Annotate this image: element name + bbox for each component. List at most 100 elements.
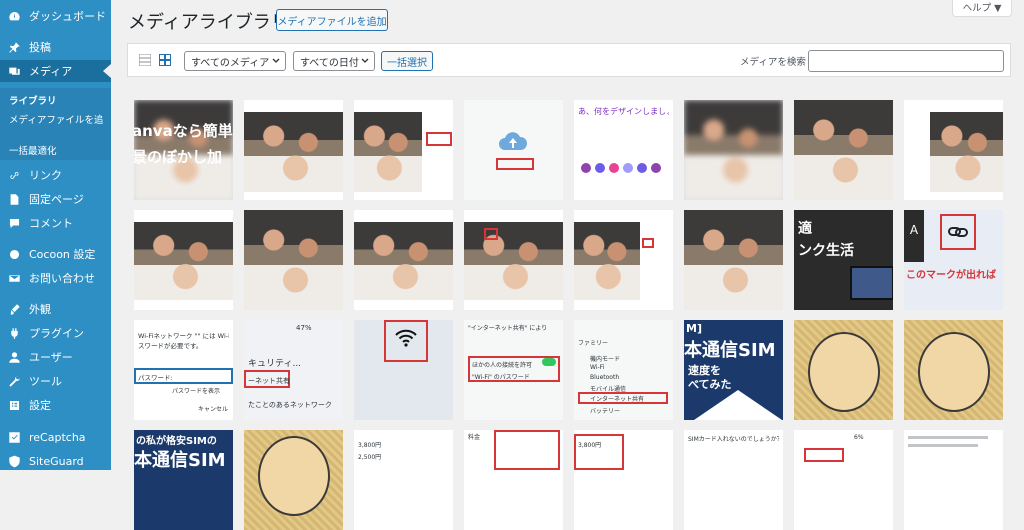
thumb-text: ファミリー xyxy=(578,340,609,347)
thumb-text: パスワード: xyxy=(138,374,173,382)
link-icon xyxy=(7,168,21,182)
media-thumbnail[interactable]: 適 ンク生活 xyxy=(794,210,893,310)
thumb-text: 3,800円 xyxy=(358,442,382,449)
menu-users-label: ユーザー xyxy=(29,351,73,364)
media-thumbnail[interactable] xyxy=(574,210,673,310)
plugin-icon xyxy=(7,326,21,340)
media-thumbnail[interactable]: A このマークが出れば xyxy=(904,210,1003,310)
chevron-down-icon xyxy=(361,58,369,63)
list-view-icon[interactable] xyxy=(139,54,151,66)
family-photo xyxy=(930,112,1003,192)
thumb-text: M] xyxy=(686,322,702,335)
media-thumbnail[interactable] xyxy=(354,100,453,200)
menu-contact[interactable]: お問い合わせ xyxy=(0,267,111,289)
family-photo xyxy=(684,210,783,310)
media-thumbnail[interactable]: ファミリー 機内モード Wi-Fi Bluetooth モバイル通信 インターネ… xyxy=(574,320,673,420)
menu-posts[interactable]: 投稿 xyxy=(0,36,111,58)
menu-appearance[interactable]: 外観 xyxy=(0,298,111,320)
menu-siteguard[interactable]: SiteGuard xyxy=(0,450,111,470)
wifi-icon xyxy=(395,329,417,347)
thumb-text: あ、何をデザインしましょう xyxy=(578,107,669,116)
menu-settings[interactable]: 設定 xyxy=(0,394,111,416)
menu-cocoon-label: Cocoon 設定 xyxy=(29,248,96,261)
submenu-add-new[interactable]: メディアファイルを追 xyxy=(9,112,103,126)
media-thumbnail[interactable] xyxy=(684,210,783,310)
media-thumbnail[interactable] xyxy=(464,210,563,310)
media-thumbnail[interactable] xyxy=(244,430,343,530)
settings-icon xyxy=(7,398,21,412)
menu-recaptcha[interactable]: reCaptcha xyxy=(0,426,111,448)
media-thumbnail[interactable]: 3,800円 xyxy=(574,430,673,530)
avatar-illustration xyxy=(258,436,330,516)
media-thumbnail[interactable] xyxy=(684,100,783,200)
family-photo xyxy=(464,222,563,300)
help-tab[interactable]: ヘルプ ▼ xyxy=(952,0,1012,17)
media-thumbnail[interactable] xyxy=(464,100,563,200)
settings-row: インターネット共有 xyxy=(590,396,645,403)
media-thumbnail[interactable] xyxy=(904,100,1003,200)
media-thumbnail[interactable] xyxy=(794,320,893,420)
highlight-box xyxy=(804,448,844,462)
toggle-switch xyxy=(542,358,556,366)
highlight-box xyxy=(484,228,498,240)
media-thumbnail[interactable] xyxy=(354,320,453,420)
brush-icon xyxy=(7,302,21,316)
media-thumbnail[interactable]: 料金 xyxy=(464,430,563,530)
thumb-text: 3,800円 xyxy=(578,442,602,449)
date-select[interactable]: すべての日付 xyxy=(293,51,375,71)
media-thumbnail[interactable]: 6% xyxy=(794,430,893,530)
thumb-text: キュリティ... xyxy=(248,359,302,369)
family-photo xyxy=(354,222,453,300)
media-thumbnail[interactable] xyxy=(134,210,233,310)
avatar-illustration xyxy=(918,332,990,412)
menu-tools-label: ツール xyxy=(29,375,62,388)
media-thumbnail[interactable] xyxy=(794,100,893,200)
menu-settings-label: 設定 xyxy=(29,399,51,412)
menu-plugins[interactable]: プラグイン xyxy=(0,322,111,344)
media-thumbnail[interactable] xyxy=(354,210,453,310)
shield-icon xyxy=(7,454,21,468)
menu-comments[interactable]: コメント xyxy=(0,212,111,234)
media-thumbnail[interactable]: あ、何をデザインしましょう xyxy=(574,100,673,200)
add-media-button[interactable]: メディアファイルを追加 xyxy=(276,9,388,31)
search-input[interactable] xyxy=(808,50,1004,72)
menu-cocoon[interactable]: Cocoon 設定 xyxy=(0,243,111,265)
menu-users[interactable]: ユーザー xyxy=(0,346,111,368)
grid-view-icon[interactable] xyxy=(159,54,171,66)
text-line xyxy=(908,436,988,439)
pin-icon xyxy=(7,40,21,54)
thumb-text: 本通信SIM xyxy=(134,450,226,471)
media-thumbnail[interactable]: M] 本通信SIM 速度を べてみた xyxy=(684,320,783,420)
media-thumbnail[interactable] xyxy=(244,100,343,200)
menu-pages[interactable]: 固定ページ xyxy=(0,188,111,210)
media-thumbnail[interactable]: の私が格安SIMの 本通信SIM xyxy=(134,430,233,530)
tool-icons xyxy=(581,163,661,173)
submenu-bulk-optimize[interactable]: 一括最適化 xyxy=(9,143,57,157)
media-thumbnail[interactable] xyxy=(904,430,1003,530)
bulk-select-button[interactable]: 一括選択 xyxy=(381,51,433,71)
media-thumbnail[interactable]: Wi-Fiネットワーク "" には Wi-Fi スワードが必要です。 パスワード… xyxy=(134,320,233,420)
menu-tools[interactable]: ツール xyxy=(0,370,111,392)
menu-media[interactable]: メディア xyxy=(0,60,111,82)
submenu-library[interactable]: ライブラリ xyxy=(9,93,57,107)
media-thumbnail[interactable]: anvaなら簡単 景のぼかし加 xyxy=(134,100,233,200)
media-submenu: ライブラリ メディアファイルを追 一括最適化 xyxy=(0,88,111,160)
media-thumbnail[interactable]: SIMカード入れないのでしょうか？ xyxy=(684,430,783,530)
page-title: メディアライブラリ xyxy=(128,12,289,33)
media-thumbnail[interactable]: "インターネット共有" により ほかの人の接続を許可 "Wi-Fi" のパスワー… xyxy=(464,320,563,420)
media-thumbnail[interactable] xyxy=(904,320,1003,420)
media-type-select[interactable]: すべてのメディア xyxy=(184,51,286,71)
user-icon xyxy=(7,350,21,364)
thumb-text: 景のぼかし加 xyxy=(134,148,223,166)
thumb-text: たことのあるネットワーク xyxy=(248,401,332,409)
menu-media-label: メディア xyxy=(29,65,73,78)
media-thumbnail[interactable] xyxy=(244,210,343,310)
media-thumbnail[interactable]: 3,800円 2,500円 xyxy=(354,430,453,530)
thumb-text: このマークが出れば xyxy=(906,270,996,281)
menu-links[interactable]: リンク xyxy=(0,164,111,186)
menu-recaptcha-label: reCaptcha xyxy=(29,430,86,444)
thumb-text: Wi-Fiネットワーク "" には Wi-Fi xyxy=(138,332,229,340)
wrench-icon xyxy=(7,374,21,388)
menu-dashboard[interactable]: ダッシュボード xyxy=(0,5,111,27)
media-thumbnail[interactable]: 47% キュリティ... ーネット共有 たことのあるネットワーク xyxy=(244,320,343,420)
